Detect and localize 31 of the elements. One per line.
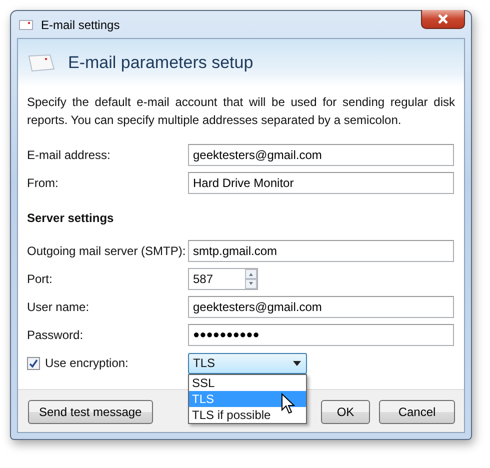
spinner-arrows-icon [245, 269, 257, 289]
field-label: User name: [27, 300, 90, 314]
text-field[interactable]: geektesters@gmail.com [188, 144, 454, 166]
mouse-cursor-icon [281, 392, 295, 414]
window-title: E-mail settings [41, 18, 120, 32]
field-label: Outgoing mail server (SMTP): [27, 244, 187, 258]
close-button[interactable] [421, 10, 465, 29]
field-label: Password: [27, 328, 84, 342]
description-text: Specify the default e-mail account that will be used for sending regular disk reports. You can specify multiple addresses separated by a semicolon. [27, 94, 455, 129]
text-field[interactable]: Hard Drive Monitor [188, 172, 454, 194]
dropdown-option[interactable]: TLS if possible [189, 406, 306, 422]
field-label: From: [27, 176, 60, 190]
section-heading: Server settings [27, 211, 115, 225]
dialog-button[interactable]: Cancel [379, 400, 455, 424]
text-field[interactable]: geektesters@gmail.com [188, 296, 454, 318]
close-icon [437, 14, 449, 24]
dialog-button[interactable]: OK [321, 400, 370, 424]
caret-icon [293, 360, 301, 366]
port-spinner[interactable]: 587 [188, 268, 258, 290]
encryption-dropdown[interactable]: TLS [188, 352, 307, 374]
text-field[interactable]: smtp.gmail.com [188, 240, 454, 262]
dropdown-option[interactable]: SSL [189, 374, 306, 390]
dialog-button[interactable]: Send test message [28, 400, 153, 424]
field-label: E-mail address: [27, 148, 112, 162]
envelope-icon [19, 20, 33, 30]
password-field[interactable]: ●●●●●●●●●● [188, 324, 454, 346]
checkbox-label: Use encryption: [45, 356, 128, 370]
envelope-icon [28, 54, 56, 72]
dialog-heading: E-mail parameters setup [68, 53, 254, 73]
checkbox[interactable] [27, 356, 40, 370]
field-label: Port: [27, 272, 54, 286]
